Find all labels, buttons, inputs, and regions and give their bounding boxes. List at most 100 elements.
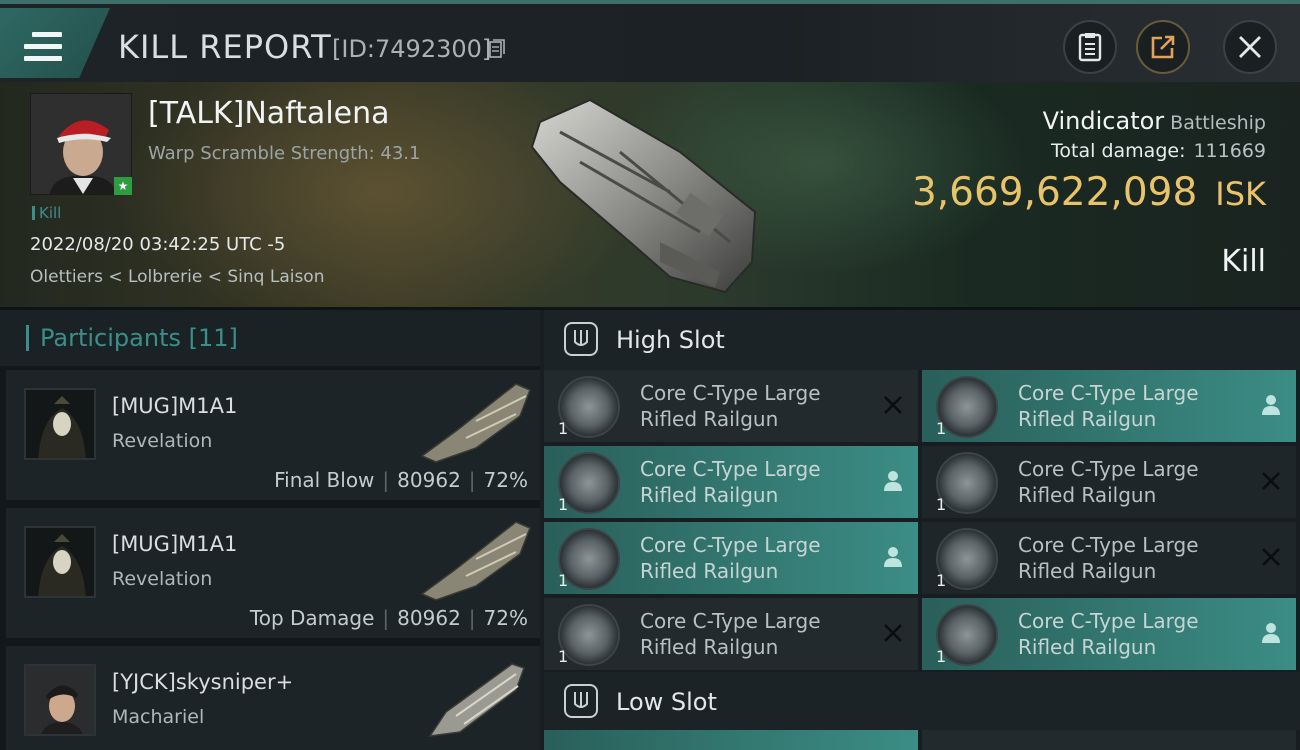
participant-avatar[interactable] [24,526,96,598]
module-name: Core C-Type Large Rifled Railgun [640,456,821,508]
high-slot-icon [564,322,598,356]
report-id: [ID:7492300] [332,35,492,63]
high-slot-title: High Slot [616,326,725,354]
total-damage-label: Total damage: [1051,140,1186,162]
module-name-line1: Core C-Type Large [640,457,821,481]
dropped-person-icon [1262,623,1280,643]
participants-panel: Participants [11] [MUG]M1A1 Revelation F… [0,310,540,750]
participant-name[interactable]: [MUG]M1A1 [112,394,237,418]
victim-name[interactable]: [TALK]Naftalena [148,96,390,131]
low-slot-modules [544,730,1300,750]
total-damage: Total damage: 111669 [1051,140,1266,162]
warp-scramble-strength: Warp Scramble Strength: 43.1 [148,143,421,164]
module-tile[interactable]: 1 Core C-Type Large Rifled Railgun [922,370,1296,442]
low-slot-title: Low Slot [616,688,717,716]
module-name-line2: Rifled Railgun [1018,407,1157,431]
dropped-person-icon [884,471,902,491]
dropped-person-icon [884,547,902,567]
module-name-line1: Core C-Type Large [640,381,821,405]
participant-row[interactable]: [MUG]M1A1 Revelation Top Damage | 80962 | 72… [6,508,540,642]
module-tile[interactable]: 1 Core C-Type Large Rifled Railgun [544,522,918,594]
module-name-line1: Core C-Type Large [640,533,821,557]
module-name-line2: Rifled Railgun [640,407,779,431]
destroyed-x-icon [1262,472,1280,490]
module-tile[interactable]: 1 Core C-Type Large Rifled Railgun [544,446,918,518]
module-name: Core C-Type Large Rifled Railgun [640,532,821,584]
low-slot-module[interactable] [544,730,918,750]
ship-name-label: Vindicator [1042,107,1165,135]
module-quantity: 1 [558,419,569,438]
copy-icon[interactable] [489,39,505,59]
participant-name[interactable]: [MUG]M1A1 [112,532,237,556]
destroyed-x-icon [884,624,902,642]
module-name-line1: Core C-Type Large [1018,381,1199,405]
menu-button[interactable] [0,8,110,78]
dropped-person-icon [1262,395,1280,415]
victim-ship-render [530,98,757,294]
clipboard-icon [1078,33,1102,62]
module-quantity: 1 [558,571,569,590]
standing-star-icon: ★ [114,177,132,195]
module-quantity: 1 [936,495,947,514]
module-name-line2: Rifled Railgun [1018,483,1157,507]
close-icon [1239,36,1261,58]
kill-location[interactable]: Olettiers < Lolbrerie < Sinq Laison [30,267,325,287]
hamburger-icon [24,32,62,62]
participant-name[interactable]: [YJCK]skysniper+ [112,670,293,694]
fitting-panel: High Slot 1 Core C-Type Large Rifled Railg… [540,310,1300,750]
module-tile[interactable]: 1 Core C-Type Large Rifled Railgun [544,370,918,442]
page-title: KILL REPORT [118,28,332,66]
participant-stats: Final Blow | 80962 | 72% [274,468,528,492]
module-name: Core C-Type Large Rifled Railgun [640,608,821,660]
total-damage-value: 111669 [1193,140,1266,162]
participant-ship: Revelation [112,430,213,452]
high-slot-header: High Slot [544,310,1300,370]
module-quantity: 1 [558,495,569,514]
module-name-line2: Rifled Railgun [1018,559,1157,583]
module-name: Core C-Type Large Rifled Railgun [1018,532,1199,584]
victim-ship[interactable]: Vindicator Battleship [1043,107,1266,135]
module-quantity: 1 [936,419,947,438]
module-name-line1: Core C-Type Large [640,609,821,633]
module-tile[interactable]: 1 Core C-Type Large Rifled Railgun [922,446,1296,518]
module-quantity: 1 [936,647,947,666]
module-name: Core C-Type Large Rifled Railgun [1018,456,1199,508]
participant-damage: 80962 [397,468,461,492]
module-name: Core C-Type Large Rifled Railgun [640,380,821,432]
module-tile[interactable]: 1 Core C-Type Large Rifled Railgun [544,598,918,670]
low-slot-header: Low Slot [544,672,1300,730]
module-name-line1: Core C-Type Large [1018,609,1199,633]
participant-role: Final Blow [274,468,375,492]
ship-class-label: Battleship [1170,112,1266,134]
module-quantity: 1 [558,647,569,666]
participants-header: Participants [11] [0,310,540,366]
participant-percent: 72% [483,606,528,630]
share-button[interactable] [1136,20,1190,74]
module-name-line2: Rifled Railgun [640,483,779,507]
isk-unit: ISK [1215,175,1266,213]
low-slot-icon [564,684,598,718]
destroyed-x-icon [1262,548,1280,566]
participant-row[interactable]: [YJCK]skysniper+ Machariel [6,646,540,750]
module-tile[interactable]: 1 Core C-Type Large Rifled Railgun [922,598,1296,670]
low-slot-module[interactable] [922,730,1296,750]
module-name-line2: Rifled Railgun [1018,635,1157,659]
isk-amount: 3,669,622,098 [911,170,1198,215]
clipboard-button[interactable] [1063,20,1117,74]
header-accent-bar [26,325,29,351]
share-icon [1151,35,1175,59]
top-bar: KILL REPORT [ID:7492300] [0,0,1300,82]
kill-tag: Kill [32,204,61,222]
module-name: Core C-Type Large Rifled Railgun [1018,608,1199,660]
close-button[interactable] [1223,20,1277,74]
module-quantity: 1 [936,571,947,590]
module-name: Core C-Type Large Rifled Railgun [1018,380,1199,432]
participant-percent: 72% [483,468,528,492]
participant-row[interactable]: [MUG]M1A1 Revelation Final Blow | 80962 | 72… [6,370,540,504]
participant-avatar[interactable] [24,388,96,460]
participant-avatar[interactable] [24,664,96,736]
module-name-line2: Rifled Railgun [640,559,779,583]
kill-type: Kill [1221,244,1266,279]
module-tile[interactable]: 1 Core C-Type Large Rifled Railgun [922,522,1296,594]
destroyed-x-icon [884,396,902,414]
